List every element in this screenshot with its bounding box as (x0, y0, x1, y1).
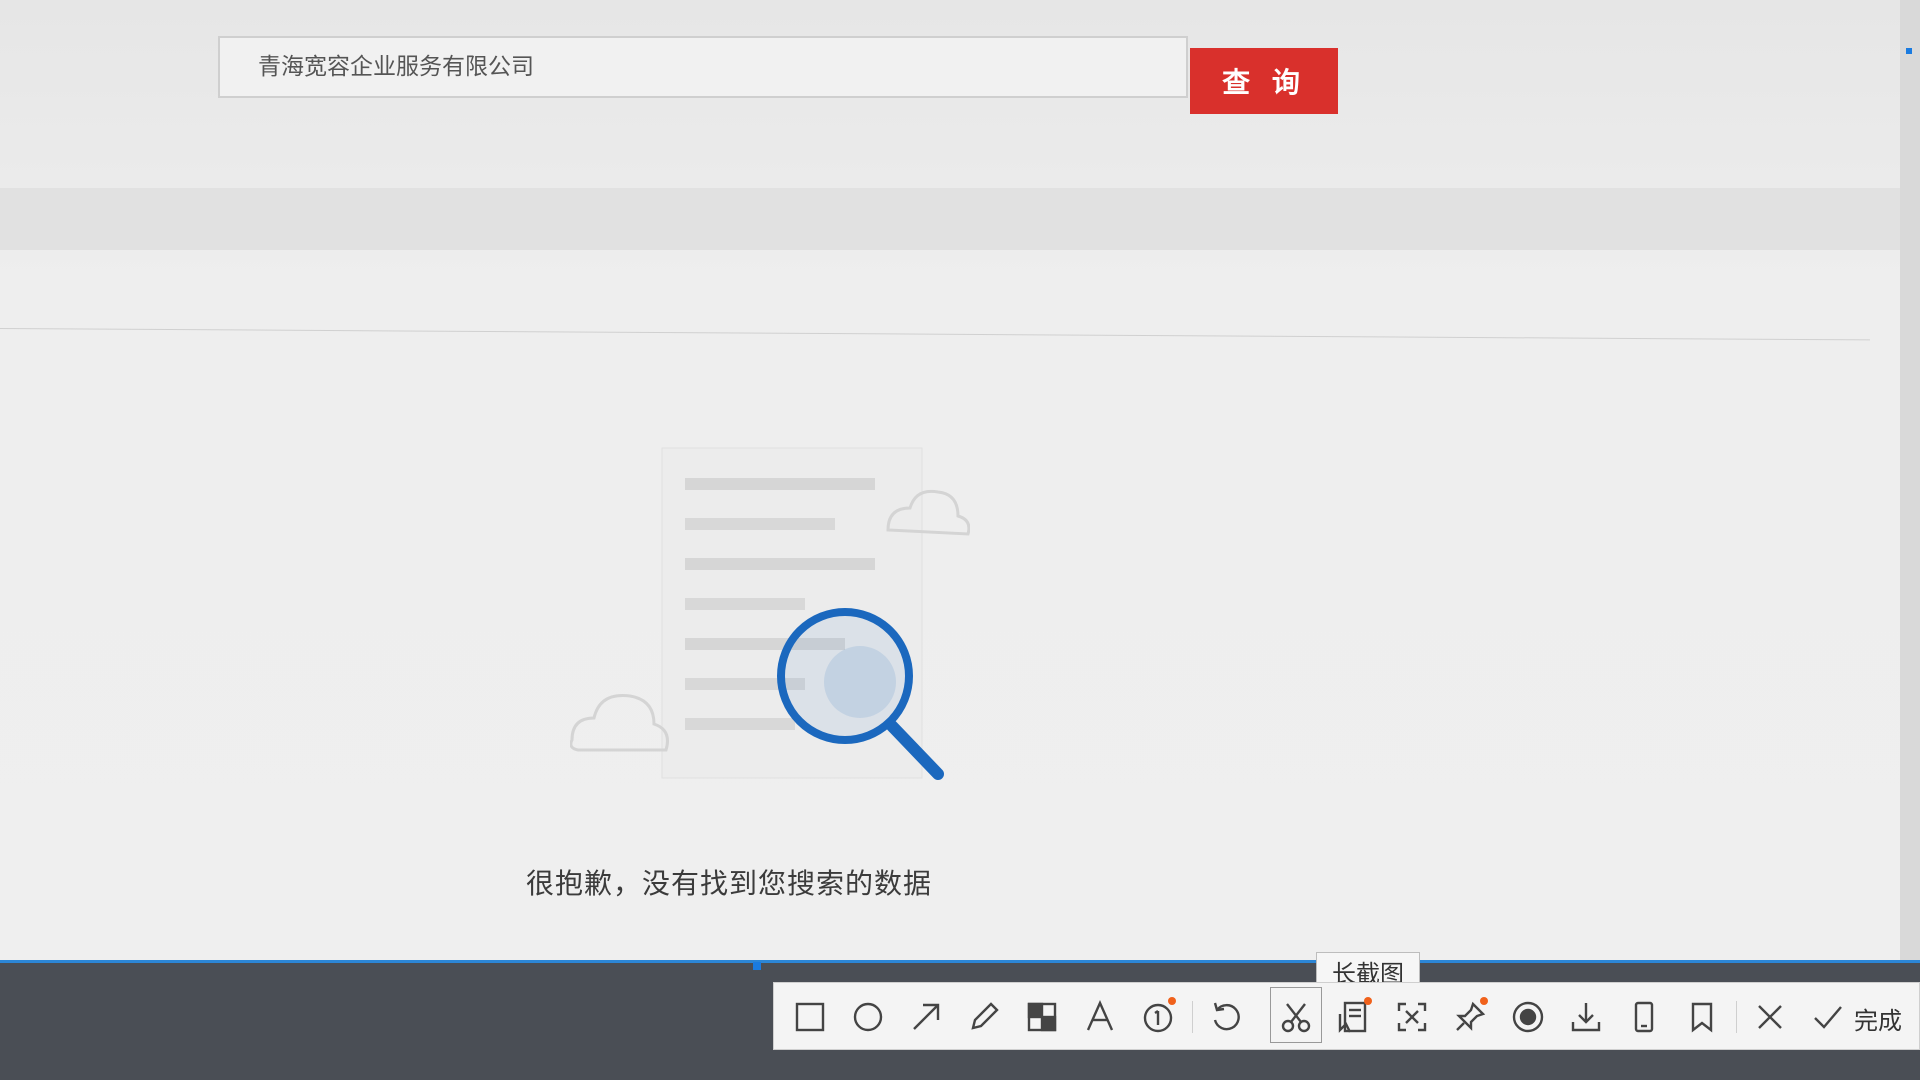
text-icon[interactable] (1076, 993, 1124, 1041)
bookmark-icon[interactable] (1678, 993, 1726, 1041)
arrow-icon[interactable] (902, 993, 950, 1041)
search-button[interactable]: 查 询 (1190, 48, 1338, 114)
empty-result-illustration (570, 447, 970, 780)
empty-result-message: 很抱歉，没有找到您搜索的数据 (526, 867, 933, 900)
selection-handle[interactable] (1906, 48, 1912, 54)
window-edge (1900, 0, 1920, 1080)
new-badge (1480, 997, 1488, 1005)
number-marker-icon[interactable] (1134, 993, 1182, 1041)
pencil-icon[interactable] (960, 993, 1008, 1041)
close-icon[interactable] (1746, 993, 1794, 1041)
mosaic-icon[interactable] (1018, 993, 1066, 1041)
download-icon[interactable] (1562, 993, 1610, 1041)
done-button-label[interactable]: 完成 (1854, 1001, 1902, 1036)
scissors-icon[interactable] (1272, 993, 1320, 1041)
phone-icon[interactable] (1620, 993, 1668, 1041)
search-input[interactable]: 青海宽容企业服务有限公司 (218, 36, 1188, 98)
selection-handle[interactable] (753, 962, 761, 970)
selection-border (0, 960, 1920, 963)
rectangle-icon[interactable] (786, 993, 834, 1041)
screenshot-toolbar: 完成 (773, 982, 1920, 1050)
cloud-icon (570, 693, 669, 752)
divider (0, 328, 1870, 341)
page-background: 青海宽容企业服务有限公司 查 询 很抱歉，没有找到您搜索的数据 (0, 0, 1900, 960)
toolbar-divider (1736, 1001, 1737, 1033)
new-badge (1168, 997, 1176, 1005)
undo-icon[interactable] (1202, 993, 1250, 1041)
filter-band (0, 188, 1900, 250)
pin-icon[interactable] (1446, 993, 1494, 1041)
ocr-expand-icon[interactable] (1388, 993, 1436, 1041)
check-icon[interactable] (1804, 993, 1852, 1041)
search-bar: 青海宽容企业服务有限公司 查 询 (218, 36, 1338, 114)
ellipse-icon[interactable] (844, 993, 892, 1041)
record-icon[interactable] (1504, 993, 1552, 1041)
new-badge (1364, 997, 1372, 1005)
long-screenshot-icon[interactable] (1330, 993, 1378, 1041)
toolbar-divider (1192, 1001, 1193, 1033)
